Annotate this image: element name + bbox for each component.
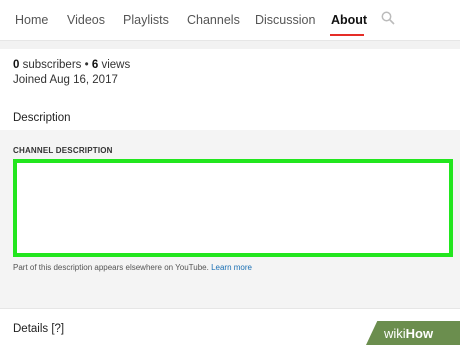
view-count: 6 <box>91 59 99 71</box>
learn-more-link[interactable]: Learn more <box>211 263 252 272</box>
tab-channels[interactable]: Channels <box>187 13 240 27</box>
stats-separator: • <box>84 59 89 71</box>
section-divider <box>0 308 460 309</box>
watermark-prefix: wiki <box>384 326 406 341</box>
description-section-title: Description <box>13 112 71 124</box>
channel-description-textarea[interactable] <box>13 159 453 257</box>
subscriber-count: 0 <box>13 59 20 71</box>
active-tab-indicator <box>330 34 364 36</box>
subscriber-label: subscribers <box>22 59 82 71</box>
stats-line: 0 subscribers • 6 views <box>13 58 130 73</box>
tab-videos[interactable]: Videos <box>67 13 105 27</box>
helper-text: Part of this description appears elsewhe… <box>13 263 209 272</box>
tab-playlists[interactable]: Playlists <box>123 13 169 27</box>
channel-tab-bar: Home Videos Playlists Channels Discussio… <box>0 0 460 41</box>
channel-description-label: CHANNEL DESCRIPTION <box>13 146 113 155</box>
tab-home[interactable]: Home <box>15 13 48 27</box>
joined-date: Joined Aug 16, 2017 <box>13 74 118 86</box>
wikihow-logo-text: wikiHow <box>384 326 433 341</box>
details-section-title: Details [?] <box>13 323 65 335</box>
channel-stats: 0 subscribers • 6 views Joined Aug 16, 2… <box>13 58 130 88</box>
section-gap <box>0 41 460 49</box>
watermark-suffix: How <box>405 326 434 341</box>
view-label: views <box>101 59 131 71</box>
tab-about[interactable]: About <box>331 13 367 27</box>
search-icon[interactable] <box>381 11 395 25</box>
tab-discussion[interactable]: Discussion <box>255 13 315 27</box>
description-helper-text: Part of this description appears elsewhe… <box>13 263 252 272</box>
